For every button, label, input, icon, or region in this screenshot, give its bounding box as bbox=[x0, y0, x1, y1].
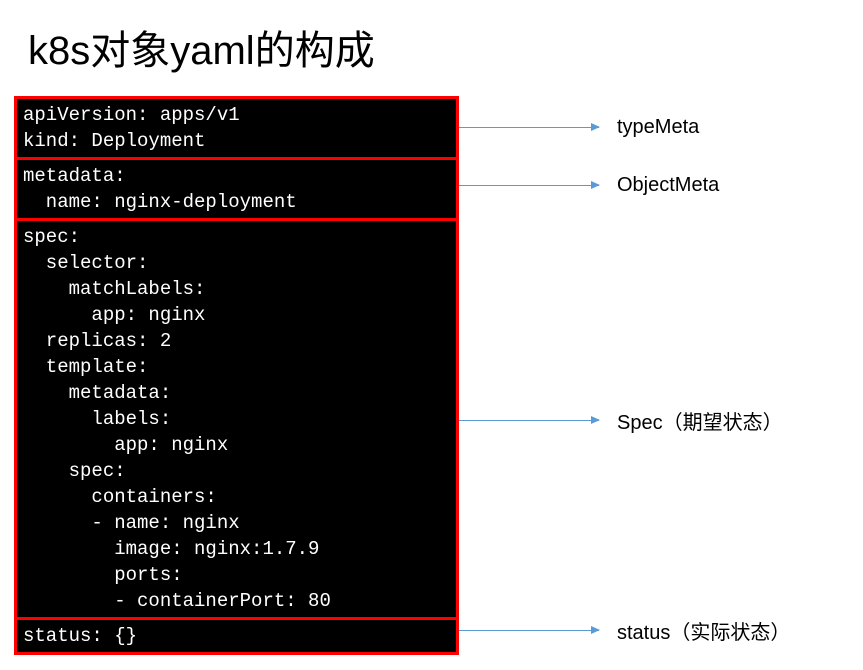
page-title: k8s对象yaml的构成 bbox=[0, 0, 863, 96]
diagram-container: apiVersion: apps/v1 kind: Deployment met… bbox=[0, 96, 863, 655]
arrow-head-icon bbox=[591, 181, 600, 189]
typemeta-label: typeMeta bbox=[617, 116, 699, 139]
typemeta-block: apiVersion: apps/v1 kind: Deployment bbox=[14, 96, 459, 160]
objectmeta-label: ObjectMeta bbox=[617, 174, 719, 197]
typemeta-label-row: typeMeta bbox=[459, 116, 699, 139]
status-block: status: {} bbox=[14, 620, 459, 655]
arrow-head-icon bbox=[591, 626, 600, 634]
arrow-head-icon bbox=[591, 123, 600, 131]
objectmeta-label-row: ObjectMeta bbox=[459, 174, 719, 197]
spec-label: Spec（期望状态） bbox=[617, 406, 783, 435]
status-label-row: status（实际状态） bbox=[459, 616, 790, 645]
status-label: status（实际状态） bbox=[617, 616, 790, 645]
arrow-line-icon bbox=[459, 630, 599, 631]
arrow-line-icon bbox=[459, 185, 599, 186]
spec-block: spec: selector: matchLabels: app: nginx … bbox=[14, 221, 459, 620]
arrow-line-icon bbox=[459, 420, 599, 421]
objectmeta-block: metadata: name: nginx-deployment bbox=[14, 160, 459, 221]
arrow-head-icon bbox=[591, 416, 600, 424]
yaml-column: apiVersion: apps/v1 kind: Deployment met… bbox=[14, 96, 459, 655]
arrow-line-icon bbox=[459, 127, 599, 128]
spec-label-row: Spec（期望状态） bbox=[459, 406, 783, 435]
